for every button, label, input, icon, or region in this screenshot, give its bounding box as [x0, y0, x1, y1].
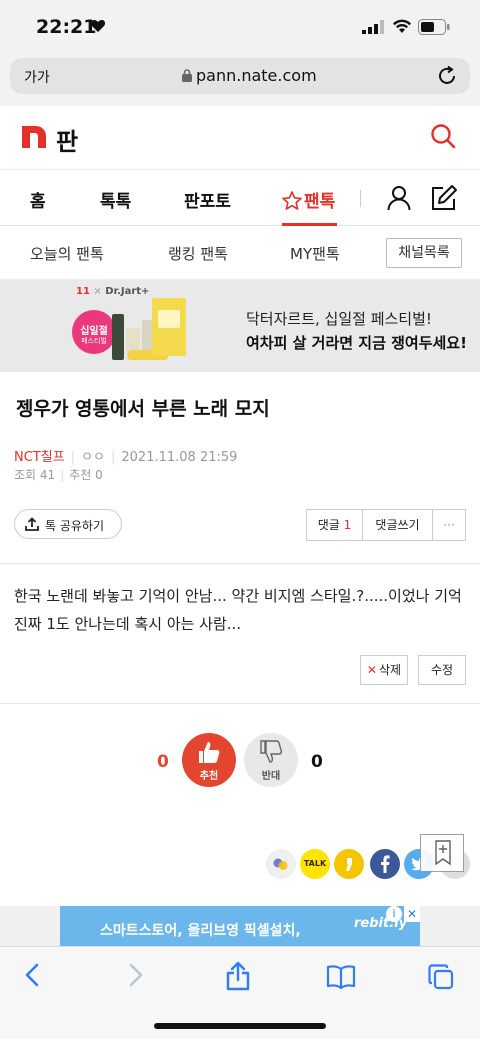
tabs-icon[interactable]	[428, 964, 454, 990]
comments-button[interactable]: 댓글 1	[307, 510, 363, 540]
downvote-button[interactable]: 반대	[244, 733, 298, 787]
heart-icon	[90, 20, 106, 32]
write-icon[interactable]	[430, 184, 458, 212]
article-meta: NCT칠프 | ㅇㅇ | 2021.11.08 21:59	[14, 450, 238, 465]
share-sheet-icon[interactable]	[226, 961, 250, 991]
delete-x-icon: ✕	[366, 663, 377, 677]
lock-icon	[182, 69, 192, 82]
status-bar: 22:21	[0, 0, 480, 54]
talk-share-button[interactable]: 톡 공유하기	[14, 509, 122, 539]
banner-line1: 닥터자르트, 십일절 페스티벌!	[246, 310, 432, 328]
star-icon	[282, 191, 302, 210]
thumbs-up-icon	[199, 742, 220, 763]
ad-close-icon[interactable]: ✕	[404, 906, 420, 922]
site-header: 판	[0, 106, 480, 170]
recommend-count: 0	[95, 468, 103, 482]
banner-line2: 여차피 살 거라면 지금 쟁여두세요!	[246, 334, 467, 352]
battery-icon	[418, 19, 450, 35]
ad-info-icon[interactable]: i	[386, 906, 402, 922]
subnav-today-fantalk[interactable]: 오늘의 팬톡	[30, 243, 104, 264]
facebook-share-button[interactable]	[370, 849, 400, 879]
banner-brand: 11 × Dr.Jart+	[76, 286, 150, 297]
tab-home[interactable]: 홈	[30, 187, 46, 212]
share-icon	[25, 517, 39, 531]
bottom-ad[interactable]: 스마트스토어, 올리브영 픽셀설치, rebit.ly i ✕	[60, 906, 420, 948]
kakaotalk-share-button[interactable]: TALK	[300, 849, 330, 879]
bookmark-plus-icon	[435, 840, 451, 866]
pann-logo-icon[interactable]	[22, 126, 46, 148]
nav-separator	[360, 190, 361, 207]
article-body: 한국 노랜데 봐놓고 기억이 안남... 약간 비지엠 스타일.?.....이었…	[14, 587, 462, 633]
facebook-icon	[381, 855, 390, 873]
bookmark-add-button[interactable]	[420, 834, 464, 872]
home-indicator	[154, 1023, 326, 1029]
cellular-signal-icon	[362, 20, 384, 34]
article-stats: 조회 41 | 추천 0	[14, 468, 103, 482]
band-share-button[interactable]	[266, 849, 296, 879]
channel-list-button[interactable]: 채널목록	[386, 238, 462, 268]
tab-fantalk[interactable]: 팬톡	[282, 187, 335, 212]
browser-address-area: 가가 pann.nate.com	[0, 54, 480, 106]
article-title: 젱우가 영통에서 부른 노래 모지	[16, 398, 270, 420]
divider	[0, 563, 480, 564]
kakaostory-share-button[interactable]	[334, 849, 364, 879]
kakaotalk-label: TALK	[303, 859, 327, 868]
view-count: 41	[39, 468, 56, 482]
tab-toktok[interactable]: 톡톡	[100, 187, 131, 212]
edit-button[interactable]: 수정	[418, 655, 466, 685]
subnav-my-fantalk[interactable]: MY팬톡	[290, 243, 340, 264]
mask-pack-icon	[152, 298, 186, 356]
thumbs-down-icon	[260, 740, 283, 763]
user-icon[interactable]	[387, 185, 411, 211]
upvote-button[interactable]: 추천	[182, 733, 236, 787]
back-icon[interactable]	[24, 963, 40, 987]
sub-nav: 오늘의 팬톡 랭킹 팬톡 MY팬톡 채널목록	[0, 226, 480, 280]
main-nav: 홈 톡톡 판포토 팬톡	[0, 170, 480, 226]
article-category[interactable]: NCT칠프	[14, 450, 65, 465]
divider	[0, 703, 480, 704]
kakaostory-icon	[346, 858, 352, 871]
band-icon	[273, 858, 288, 870]
downvote-count: 0	[311, 752, 323, 772]
tab-fantalk-label: 팬톡	[304, 192, 336, 212]
write-comment-button[interactable]: 댓글쓰기	[363, 510, 433, 540]
more-button[interactable]: ···	[433, 510, 465, 540]
delete-button[interactable]: ✕ 삭제	[360, 655, 408, 685]
banner-ad[interactable]: 11 × Dr.Jart+ 십일절 페스티벌 닥터자르트, 십일절 페스티벌! …	[0, 280, 480, 372]
clock: 22:21	[36, 16, 97, 38]
article-author: ㅇㅇ	[81, 450, 105, 465]
url-text[interactable]: pann.nate.com	[196, 66, 317, 85]
upvote-count: 0	[157, 752, 169, 772]
comment-button-group: 댓글 1 댓글쓰기 ···	[306, 509, 466, 541]
forward-icon[interactable]	[128, 963, 144, 987]
subnav-ranking-fantalk[interactable]: 랭킹 팬톡	[168, 243, 228, 264]
article-datetime: 2021.11.08 21:59	[121, 450, 238, 465]
ad-text: 스마트스토어, 올리브영 픽셀설치,	[100, 923, 301, 939]
search-icon[interactable]	[430, 123, 456, 149]
comment-count: 1	[343, 518, 352, 532]
bookmarks-icon[interactable]	[326, 965, 356, 989]
tab-pann-photo[interactable]: 판포토	[184, 187, 231, 212]
site-logo-text[interactable]: 판	[56, 122, 78, 157]
text-size-button[interactable]: 가가	[24, 67, 50, 87]
bottom-ad-area: 스마트스토어, 올리브영 픽셀설치, rebit.ly i ✕	[0, 906, 480, 948]
wifi-icon	[393, 19, 411, 33]
reload-icon[interactable]	[436, 65, 458, 87]
address-bar[interactable]: 가가 pann.nate.com	[10, 58, 470, 94]
